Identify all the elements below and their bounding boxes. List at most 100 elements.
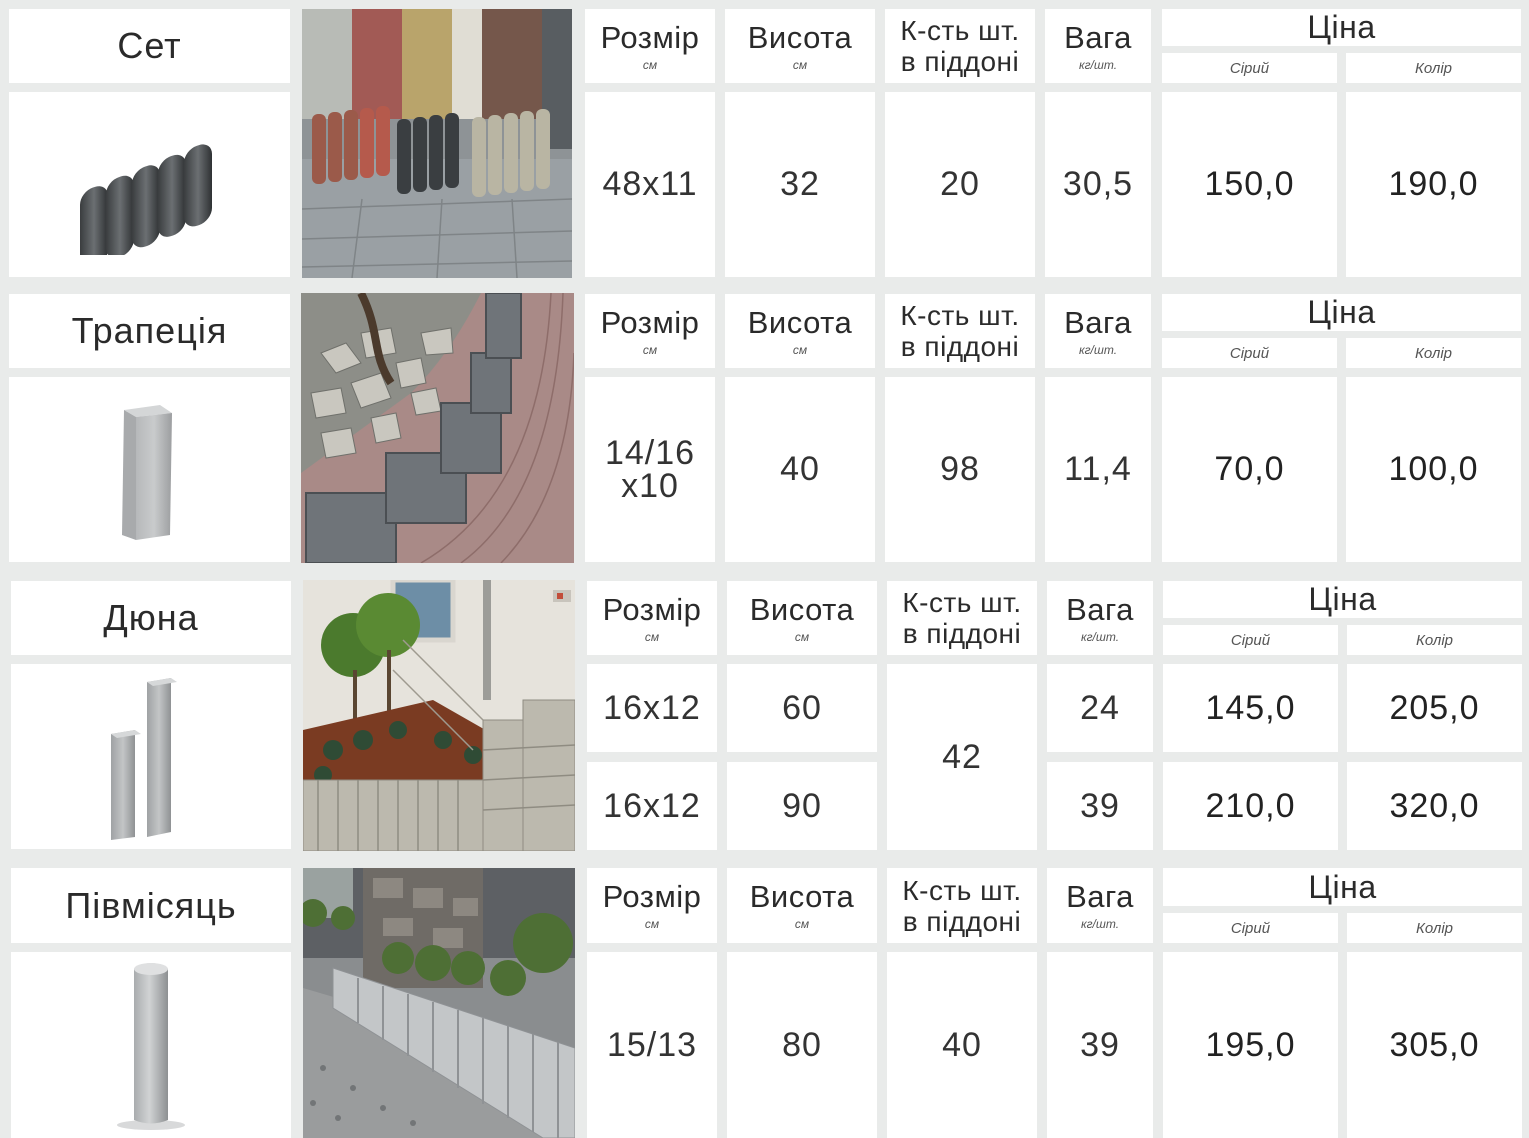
header-height-label: Висота — [749, 591, 855, 627]
product-section-set: Сет Розмір см Висота см К-сть шт. в підд… — [0, 0, 1529, 285]
header-height-label: Висота — [747, 304, 853, 340]
header-height-unit: см — [792, 57, 808, 72]
header-height: Висота см — [727, 868, 877, 943]
header-weight: Вага кг/шт. — [1045, 294, 1151, 368]
dune-posts-icon — [11, 664, 291, 849]
value-height-row2: 90 — [727, 762, 877, 850]
header-size-label: Розмір — [602, 591, 702, 627]
value-size-row2: 16x12 — [587, 762, 717, 850]
header-height-label: Висота — [749, 879, 855, 914]
header-size: Розмір см — [587, 581, 717, 655]
header-price: Ціна — [1162, 294, 1521, 331]
header-height: Висота см — [727, 581, 877, 655]
value-height-row1: 60 — [727, 664, 877, 752]
trapezoid-block-icon — [9, 377, 290, 562]
half-moon-post-icon — [11, 952, 291, 1138]
header-qty-line1: К-сть шт. — [902, 587, 1022, 618]
header-color: Колір — [1347, 913, 1522, 943]
header-size-label: Розмір — [600, 304, 700, 340]
header-weight: Вага кг/шт. — [1047, 581, 1153, 655]
value-price-color: 305,0 — [1347, 952, 1522, 1138]
value-price-color-row2: 320,0 — [1347, 762, 1522, 850]
value-weight-row2: 39 — [1047, 762, 1153, 850]
header-height-unit: см — [794, 629, 810, 644]
value-price-grey: 70,0 — [1162, 377, 1337, 562]
value-price-grey-row2: 210,0 — [1163, 762, 1338, 850]
product-photo-pivmisiats — [303, 868, 575, 1138]
header-qty-line1: К-сть шт. — [902, 874, 1022, 906]
value-size-line1: 14/16 — [604, 433, 696, 472]
header-qty-line2: в піддоні — [900, 46, 1020, 77]
value-height: 32 — [725, 92, 875, 277]
header-qty-line1: К-сть шт. — [900, 300, 1020, 331]
header-height: Висота см — [725, 294, 875, 368]
header-price: Ціна — [1163, 581, 1522, 618]
header-weight-unit: кг/шт. — [1080, 917, 1120, 931]
value-size-line2: x10 — [621, 466, 679, 505]
header-height: Висота см — [725, 9, 875, 83]
header-weight-label: Вага — [1064, 304, 1132, 340]
header-weight-unit: кг/шт. — [1078, 342, 1118, 357]
header-weight-unit: кг/шт. — [1080, 629, 1120, 644]
value-qty: 40 — [887, 952, 1037, 1138]
header-qty: К-сть шт. в піддоні — [885, 294, 1035, 368]
value-price-color-row1: 205,0 — [1347, 664, 1522, 752]
header-color: Колір — [1347, 625, 1522, 655]
value-price-grey: 150,0 — [1162, 92, 1337, 277]
header-size: Розмір см — [587, 868, 717, 943]
header-weight: Вага кг/шт. — [1047, 868, 1153, 943]
value-weight-row1: 24 — [1047, 664, 1153, 752]
header-size-unit: см — [644, 917, 660, 931]
header-weight: Вага кг/шт. — [1045, 9, 1151, 83]
header-grey: Сірий — [1162, 338, 1337, 368]
header-weight-label: Вага — [1066, 591, 1134, 627]
value-price-color: 190,0 — [1346, 92, 1521, 277]
product-name: Сет — [9, 9, 290, 83]
header-weight-label: Вага — [1066, 879, 1134, 914]
header-price: Ціна — [1163, 868, 1522, 906]
header-qty-line2: в піддоні — [900, 331, 1020, 362]
header-height-unit: см — [794, 917, 810, 931]
header-price: Ціна — [1162, 9, 1521, 46]
product-photo-trapezia — [301, 293, 574, 563]
value-price-grey-row1: 145,0 — [1163, 664, 1338, 752]
header-size-label: Розмір — [600, 19, 700, 55]
header-height-label: Висота — [747, 19, 853, 55]
header-qty: К-сть шт. в піддоні — [885, 9, 1035, 83]
palisade-set-icon — [9, 92, 290, 277]
product-photo-duna — [303, 580, 575, 851]
value-height: 40 — [725, 377, 875, 562]
product-section-trapezia: Трапеція Розмір см Висота см К-сть шт. в… — [0, 285, 1529, 570]
header-size-unit: см — [642, 342, 658, 357]
value-weight: 11,4 — [1045, 377, 1151, 562]
header-weight-label: Вага — [1064, 19, 1132, 55]
header-size: Розмір см — [585, 294, 715, 368]
value-qty: 42 — [887, 664, 1037, 850]
value-height: 80 — [727, 952, 877, 1138]
value-size: 14/16 x10 — [585, 377, 715, 562]
value-qty: 20 — [885, 92, 1035, 277]
header-height-unit: см — [792, 342, 808, 357]
header-weight-unit: кг/шт. — [1078, 57, 1118, 72]
header-qty-line1: К-сть шт. — [900, 15, 1020, 46]
header-qty: К-сть шт. в піддоні — [887, 581, 1037, 655]
product-section-pivmisiats: Півмісяць Розмір см Висота см К-сть шт. … — [0, 860, 1529, 1138]
header-color: Колір — [1346, 338, 1521, 368]
value-price-color: 100,0 — [1346, 377, 1521, 562]
value-size: 48x11 — [585, 92, 715, 277]
header-size: Розмір см — [585, 9, 715, 83]
header-grey: Сірий — [1163, 625, 1338, 655]
header-size-unit: см — [644, 629, 660, 644]
header-qty: К-сть шт. в піддоні — [887, 868, 1037, 943]
header-qty-line2: в піддоні — [902, 618, 1022, 649]
header-qty-line2: в піддоні — [902, 905, 1022, 937]
header-size-unit: см — [642, 57, 658, 72]
value-size-row1: 16x12 — [587, 664, 717, 752]
header-color: Колір — [1346, 53, 1521, 83]
product-name: Трапеція — [9, 294, 290, 368]
header-size-label: Розмір — [602, 879, 702, 914]
header-grey: Сірий — [1162, 53, 1337, 83]
value-price-grey: 195,0 — [1163, 952, 1338, 1138]
product-section-duna: Дюна Розмір см Висота см К-сть шт. в під… — [0, 572, 1529, 857]
header-grey: Сірий — [1163, 913, 1338, 943]
